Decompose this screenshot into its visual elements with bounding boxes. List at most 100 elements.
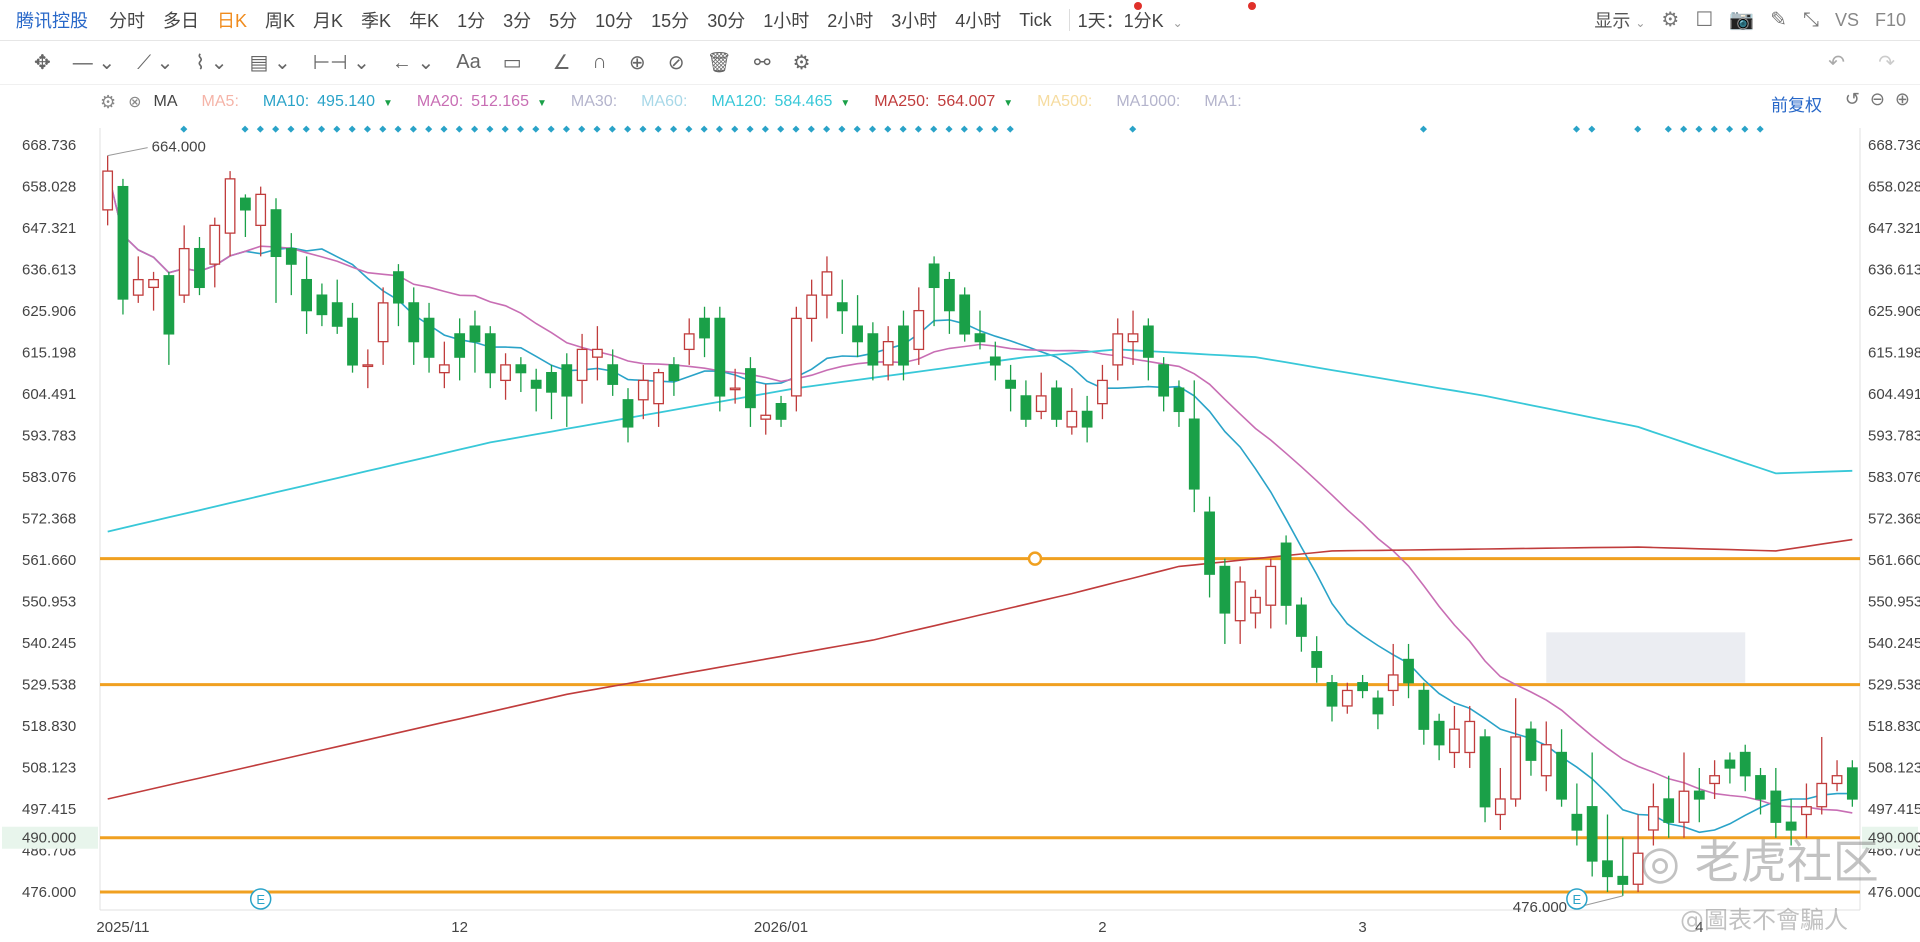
period-tab[interactable]: 月K: [313, 7, 343, 33]
candle-body: [1219, 565, 1231, 614]
candle-body: [224, 178, 236, 234]
pencil-icon[interactable]: ✎: [1770, 10, 1787, 30]
period-tab[interactable]: 1小时: [763, 7, 809, 33]
ma-legend-item[interactable]: MA60:: [641, 93, 687, 111]
settings-icon[interactable]: ⚙: [100, 92, 116, 113]
candle-body: [974, 333, 986, 343]
collapse-icon[interactable]: ⤡: [1803, 10, 1819, 30]
candle-body: [194, 247, 205, 289]
ma-legend-item[interactable]: MA10: 495.140 ▼: [263, 93, 393, 111]
wave-tool-icon[interactable]: ⌇ ⌄: [195, 50, 227, 75]
text-tool-icon[interactable]: Aa: [456, 51, 480, 74]
compare-button[interactable]: VS: [1835, 10, 1859, 31]
period-tab[interactable]: 2小时: [827, 7, 873, 33]
candle-body: [1831, 775, 1843, 785]
ruler-tool-icon[interactable]: ∠: [553, 50, 571, 75]
magnet-icon[interactable]: ∩: [593, 51, 607, 74]
fib-tool-icon[interactable]: ▤ ⌄: [250, 50, 291, 75]
ma-legend-item[interactable]: MA30:: [571, 93, 617, 111]
period-tab[interactable]: 15分: [651, 7, 689, 33]
y-tick-left: 540.245: [22, 635, 76, 652]
news-dot-icon: [639, 125, 647, 133]
trash-icon[interactable]: 🗑: [706, 50, 731, 75]
ma-legend-item[interactable]: MA20: 512.165 ▼: [417, 93, 547, 111]
news-dot-icon: [455, 125, 463, 133]
period-tab[interactable]: Tick: [1019, 10, 1051, 31]
candle-body: [943, 278, 955, 312]
y-tick-left: 615.198: [22, 345, 76, 362]
link-icon[interactable]: ⚯: [754, 50, 771, 75]
period-tab[interactable]: 1分: [457, 7, 485, 33]
camera-icon[interactable]: 📷: [1729, 10, 1754, 30]
comment-tool-icon[interactable]: ▭: [503, 50, 522, 75]
eye-icon[interactable]: ⊕: [629, 50, 646, 75]
period-tab[interactable]: 季K: [361, 7, 391, 33]
hide-icon[interactable]: ⊘: [668, 50, 685, 75]
gear-icon[interactable]: ⚙: [1661, 10, 1679, 30]
news-dot-icon: [363, 125, 372, 133]
undo-icon[interactable]: ↶: [1828, 50, 1845, 75]
ma-legend-item[interactable]: MA1000:: [1116, 93, 1180, 111]
ma-legend-item[interactable]: MA120: 584.465 ▼: [711, 93, 850, 111]
measure-tool-icon[interactable]: ⊢⊣ ⌄: [313, 50, 370, 75]
period-tab[interactable]: 3分: [503, 7, 531, 33]
period-tab[interactable]: 10分: [595, 7, 633, 33]
f10-button[interactable]: F10: [1875, 10, 1906, 31]
y-tick-right: 550.953: [1868, 593, 1920, 610]
period-tab[interactable]: 多日: [163, 7, 199, 33]
candle-body: [1510, 736, 1522, 800]
checkbox-icon[interactable]: ☐: [1695, 10, 1713, 30]
period-tab[interactable]: 5分: [549, 7, 577, 33]
ma-legend-item[interactable]: MA5:: [202, 93, 239, 111]
stock-name[interactable]: 腾讯控股: [16, 7, 88, 33]
candle-body: [1158, 364, 1170, 397]
candle-body: [1494, 798, 1506, 816]
period-tab[interactable]: 分时: [109, 7, 145, 33]
candle-body: [515, 364, 527, 374]
zoom-out-icon[interactable]: ⊖: [1870, 89, 1885, 110]
candle-body: [668, 364, 680, 382]
candle-body: [347, 317, 358, 366]
candle-body: [1433, 720, 1445, 746]
candle-body: [1188, 418, 1200, 490]
zoom-in-icon[interactable]: ⊕: [1895, 89, 1910, 110]
candle-body: [1663, 798, 1675, 823]
display-menu[interactable]: 显示 ⌄: [1594, 7, 1645, 33]
reset-icon[interactable]: ↺: [1845, 89, 1860, 110]
move-icon[interactable]: ✥: [34, 50, 51, 75]
candle-body: [393, 271, 404, 304]
ma-indicator-label[interactable]: MA: [154, 93, 178, 111]
news-dot-icon: [670, 125, 678, 133]
news-dot-icon: [1741, 125, 1749, 133]
period-tab[interactable]: 3小时: [891, 7, 937, 33]
period-tab[interactable]: 30分: [707, 7, 745, 33]
candlestick-chart[interactable]: 668.736 668.736 658.028 658.028 647.321 647.3…: [0, 120, 1920, 942]
period-tab[interactable]: 年K: [409, 7, 439, 33]
x-tick-label: 2026/01: [754, 919, 808, 936]
ma-legend-item[interactable]: MA1:: [1204, 93, 1241, 111]
period-tab[interactable]: 4小时: [955, 7, 1001, 33]
candle-body: [530, 379, 542, 389]
candle-body: [1372, 697, 1384, 715]
line-tool-icon[interactable]: — ⌄: [73, 50, 115, 75]
ma-legend-item[interactable]: MA250: 564.007 ▼: [874, 93, 1013, 111]
redo-icon[interactable]: ↷: [1878, 50, 1895, 75]
news-dot-icon: [777, 125, 785, 133]
news-dot-icon: [1419, 125, 1428, 133]
period-tab[interactable]: 日K: [217, 7, 247, 33]
x-tick-label: 12: [451, 919, 468, 936]
range-selector[interactable]: 1天：1分K ⌄: [1078, 7, 1183, 33]
candle-body: [1341, 689, 1353, 707]
settings-icon[interactable]: ⚙: [793, 50, 811, 75]
close-icon[interactable]: ⊗: [128, 92, 141, 112]
arrow-tool-icon[interactable]: ← ⌄: [392, 50, 434, 75]
chart-scale-controls: ↺ ⊖ ⊕: [1845, 89, 1910, 110]
trendline-tool-icon[interactable]: ⟋ ⌄: [137, 50, 173, 75]
y-tick-left: 625.906: [22, 303, 76, 320]
candle-body: [959, 294, 971, 335]
period-tab[interactable]: 周K: [265, 7, 295, 33]
news-dot-icon: [394, 125, 402, 133]
ma-legend-item[interactable]: MA500:: [1037, 93, 1092, 111]
candle-body: [469, 325, 481, 343]
adjust-button[interactable]: 前复权: [1771, 91, 1822, 116]
